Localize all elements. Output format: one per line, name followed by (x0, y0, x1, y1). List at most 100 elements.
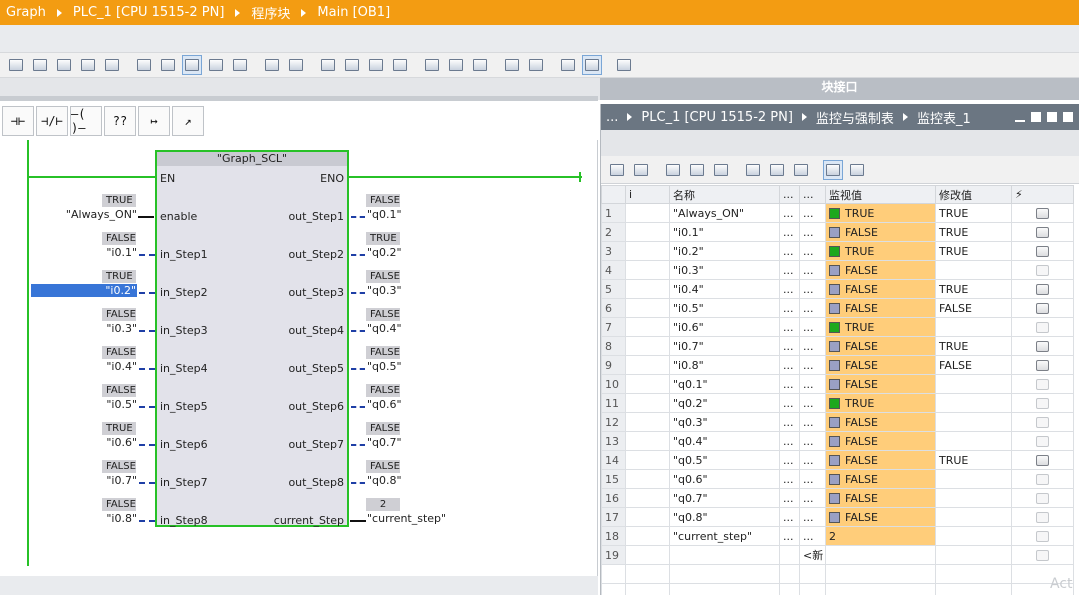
format-cell[interactable]: ... (799, 412, 826, 432)
input-variable[interactable]: "i0.6" (106, 436, 137, 449)
format-cell[interactable]: ... (799, 222, 826, 242)
output-variable[interactable]: "q0.4" (367, 322, 402, 335)
input-variable[interactable]: "i0.5" (106, 398, 137, 411)
table-row[interactable]: 14 "q0.5"...... FALSE TRUE (601, 450, 1074, 470)
watch-table-panel[interactable]: ... PLC_1 [CPU 1515-2 PN] 监控与强制表 监控表_1 i 名称.… (600, 104, 1079, 595)
close-branch-icon[interactable]: ↗ (172, 106, 204, 136)
format-cell[interactable]: ... (799, 469, 826, 489)
address-cell[interactable]: ... (779, 355, 800, 375)
address-cell[interactable]: ... (779, 412, 800, 432)
modify-value-cell[interactable] (935, 488, 1012, 508)
name-cell[interactable]: "q0.6" (669, 469, 780, 489)
no-contact-icon[interactable]: ⊣⊢ (2, 106, 34, 136)
name-cell[interactable]: "i0.1" (669, 222, 780, 242)
networks-open-icon[interactable] (206, 55, 226, 75)
block-interface-header[interactable]: 块接口 (600, 78, 1079, 100)
table-row[interactable]: 13 "q0.4"...... FALSE (601, 431, 1074, 451)
modify-value-cell[interactable] (935, 374, 1012, 394)
format-cell[interactable]: ... (799, 526, 826, 546)
address-cell[interactable]: ... (779, 260, 800, 280)
address-cell[interactable]: ... (779, 336, 800, 356)
modify-checkbox[interactable] (1036, 265, 1049, 276)
delete-network-icon[interactable] (30, 55, 50, 75)
table-row[interactable]: 3 "i0.2"...... TRUE TRUE (601, 241, 1074, 261)
breadcrumb-item[interactable]: Graph (6, 5, 46, 20)
compile-icon[interactable] (502, 55, 522, 75)
memory-icon[interactable] (614, 55, 634, 75)
input-variable[interactable]: "i0.7" (106, 474, 137, 487)
table-row[interactable]: 5 "i0.4"...... FALSE TRUE (601, 279, 1074, 299)
modify-checkbox[interactable] (1036, 474, 1049, 485)
watch-breadcrumb-item[interactable]: PLC_1 [CPU 1515-2 PN] (641, 110, 793, 125)
update-icon[interactable] (663, 160, 683, 180)
modify-value-cell[interactable] (935, 317, 1012, 337)
watch-breadcrumb-item[interactable]: ... (606, 110, 618, 125)
input-variable[interactable]: "i0.4" (106, 360, 137, 373)
format-cell[interactable]: ... (799, 260, 826, 280)
name-cell[interactable]: "q0.5" (669, 450, 780, 470)
goto-icon[interactable] (422, 55, 442, 75)
comments-icon[interactable] (182, 55, 202, 75)
insert-row-icon[interactable] (607, 160, 627, 180)
name-cell[interactable]: "q0.2" (669, 393, 780, 413)
modify-checkbox[interactable] (1036, 550, 1049, 561)
output-variable[interactable]: "q0.8" (367, 474, 402, 487)
view-icon[interactable] (262, 55, 282, 75)
download-icon[interactable] (526, 55, 546, 75)
output-variable[interactable]: "q0.2" (367, 246, 402, 259)
output-variable[interactable]: "q0.5" (367, 360, 402, 373)
favorites-icon[interactable] (158, 55, 178, 75)
modify-value-cell[interactable]: TRUE (935, 222, 1012, 242)
modify-value-cell[interactable] (935, 526, 1012, 546)
modify-value-cell[interactable]: TRUE (935, 241, 1012, 261)
modify-value-cell[interactable] (935, 393, 1012, 413)
breadcrumb-item[interactable]: PLC_1 [CPU 1515-2 PN] (73, 5, 225, 20)
table-row[interactable]: 11 "q0.2"...... TRUE (601, 393, 1074, 413)
watch-breadcrumb-item[interactable]: 监控与强制表 (816, 108, 894, 127)
monitor-icon[interactable] (318, 55, 338, 75)
modify-checkbox[interactable] (1036, 246, 1049, 257)
modify-checkbox[interactable] (1036, 531, 1049, 542)
output-variable[interactable]: "q0.1" (367, 208, 402, 221)
modify-value-cell[interactable]: FALSE (935, 298, 1012, 318)
format-cell[interactable]: ... (799, 279, 826, 299)
modify-checkbox[interactable] (1036, 436, 1049, 447)
address-cell[interactable]: ... (779, 317, 800, 337)
table-row[interactable]: 17 "q0.8"...... FALSE (601, 507, 1074, 527)
modify-value-cell[interactable] (935, 412, 1012, 432)
nc-contact-icon[interactable]: ⊣/⊢ (36, 106, 68, 136)
modify-checkbox[interactable] (1036, 341, 1049, 352)
modify-value-cell[interactable]: TRUE (935, 450, 1012, 470)
insert-network-icon[interactable] (6, 55, 26, 75)
minimize-icon[interactable] (1015, 120, 1025, 122)
force-icon[interactable] (791, 160, 811, 180)
format-cell[interactable]: ... (799, 241, 826, 261)
breakpoint-icon[interactable] (366, 55, 386, 75)
modify-checkbox[interactable] (1036, 417, 1049, 428)
name-cell[interactable]: "Always_ON" (669, 203, 780, 223)
column-header[interactable]: 修改值 (935, 185, 1012, 204)
modify-value-cell[interactable] (935, 545, 1012, 565)
format-cell[interactable]: ... (799, 431, 826, 451)
address-cell[interactable]: ... (779, 431, 800, 451)
column-header[interactable]: 监视值 (825, 185, 936, 204)
name-cell[interactable]: "q0.8" (669, 507, 780, 527)
address-cell[interactable]: ... (779, 279, 800, 299)
modify-value-cell[interactable] (935, 507, 1012, 527)
name-cell[interactable]: "q0.3" (669, 412, 780, 432)
modify-checkbox[interactable] (1036, 284, 1049, 295)
modify-checkbox[interactable] (1036, 493, 1049, 504)
table-row[interactable]: 7 "i0.6"...... TRUE (601, 317, 1074, 337)
column-header[interactable]: ... (799, 185, 826, 204)
table-row[interactable]: 4 "i0.3"...... FALSE (601, 260, 1074, 280)
modify-checkbox[interactable] (1036, 208, 1049, 219)
name-cell[interactable]: "i0.2" (669, 241, 780, 261)
coil-icon[interactable]: –( )– (70, 106, 102, 136)
address-cell[interactable] (779, 545, 800, 565)
name-cell[interactable]: "i0.5" (669, 298, 780, 318)
monitor-all-icon[interactable] (823, 159, 843, 180)
function-block-title[interactable]: "Graph_SCL" (157, 152, 347, 166)
table-row[interactable]: 12 "q0.3"...... FALSE (601, 412, 1074, 432)
name-cell[interactable]: "q0.4" (669, 431, 780, 451)
monitor-on-icon[interactable] (582, 55, 602, 75)
